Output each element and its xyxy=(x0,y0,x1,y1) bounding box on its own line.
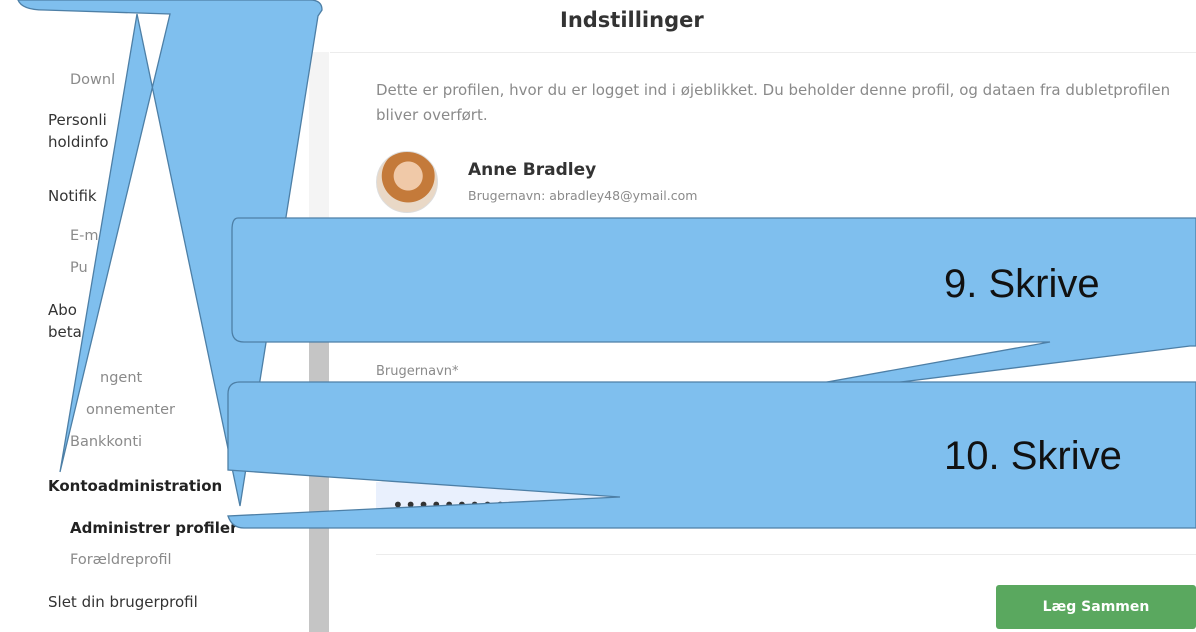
step-9-callout-text: 9. Skrive xyxy=(944,262,1100,306)
page-header: Indstillinger xyxy=(330,0,1196,53)
page-title: Indstillinger xyxy=(560,8,704,32)
sidebar-item-personal-line1[interactable]: Personli xyxy=(48,110,107,131)
sidebar-section-account-admin[interactable]: Kontoadministration xyxy=(48,476,222,497)
sidebar-item-membership-fee[interactable]: ngent xyxy=(100,368,142,389)
sidebar-item-email[interactable]: E-m xyxy=(70,226,99,247)
sidebar-item-manage-profiles[interactable]: Administrer profiler xyxy=(70,518,238,539)
duplicate-section-description: Alle hold, tilmeldinger, osv. vil blive … xyxy=(376,291,924,334)
sidebar-item-parent-profile[interactable]: Forældreprofil xyxy=(70,550,172,571)
sidebar-item-bank-accounts[interactable]: Bankkonti xyxy=(70,432,142,453)
intro-text: Dette er profilen, hvor du er logget ind… xyxy=(376,81,1171,124)
merge-button[interactable]: Læg Sammen xyxy=(996,585,1196,629)
current-user-name: Anne Bradley xyxy=(468,160,597,180)
avatar xyxy=(376,151,438,213)
sidebar-scrollbar-thumb[interactable] xyxy=(309,236,329,632)
step-10-callout-text: 10. Skrive xyxy=(944,434,1122,478)
duplicate-section-title: Angiv brugernavnet og adgangskoden for d… xyxy=(376,256,895,276)
sidebar-item-subscriptions-list[interactable]: onnementer xyxy=(86,400,175,421)
form-divider xyxy=(376,554,1196,555)
password-label: Adgangskode* xyxy=(376,460,471,475)
merge-profiles-panel: Dette er profilen, hvor du er logget ind… xyxy=(330,52,1196,632)
username-input[interactable] xyxy=(376,388,770,434)
settings-sidebar: Downl Personli holdinfo Notifik E-m Pu A… xyxy=(0,52,310,632)
sidebar-item-push[interactable]: Pu xyxy=(70,258,88,279)
sidebar-item-notifications[interactable]: Notifik xyxy=(48,186,97,207)
sidebar-item-subscriptions-line1[interactable]: Abo xyxy=(48,300,77,321)
sidebar-item-subscriptions-line2[interactable]: beta xyxy=(48,322,82,343)
password-input[interactable] xyxy=(376,482,770,528)
sidebar-item-downloads[interactable]: Downl xyxy=(70,70,115,91)
current-user-login: Brugernavn: abradley48@ymail.com xyxy=(468,188,698,203)
sidebar-item-delete-profile[interactable]: Slet din brugerprofil xyxy=(48,592,198,613)
sidebar-item-personal-line2[interactable]: holdinfo xyxy=(48,132,109,153)
username-label: Brugernavn* xyxy=(376,364,459,379)
